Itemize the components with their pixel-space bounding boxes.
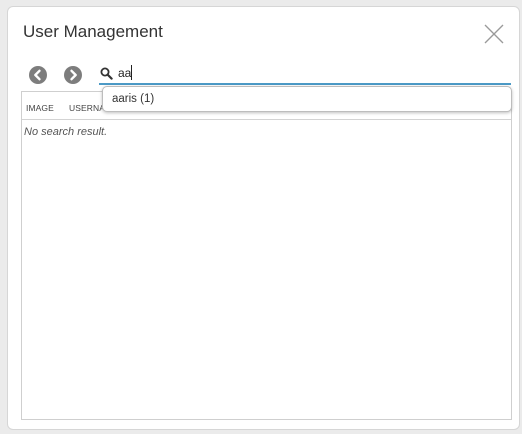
arrow-left-circle-icon [29, 66, 47, 84]
suggestion-item[interactable]: aaris (1) [112, 93, 154, 105]
search-suggestions-dropdown: aaris (1) [102, 86, 512, 112]
arrow-right-circle-icon [64, 66, 82, 84]
close-button[interactable] [483, 23, 505, 45]
dialog-title: User Management [23, 22, 163, 41]
text-caret [131, 65, 132, 80]
empty-state-message: No search result. [24, 126, 108, 138]
search-input[interactable] [118, 64, 498, 82]
search-icon [100, 67, 113, 80]
users-table: IMAGE USERNAME No search result. [21, 91, 512, 420]
forward-button[interactable] [64, 66, 82, 84]
column-header-image[interactable]: IMAGE [26, 103, 66, 113]
column-header-username[interactable]: USERNAME [69, 103, 103, 113]
close-icon [484, 24, 504, 44]
back-button[interactable] [29, 66, 47, 84]
search-field[interactable] [99, 63, 511, 85]
